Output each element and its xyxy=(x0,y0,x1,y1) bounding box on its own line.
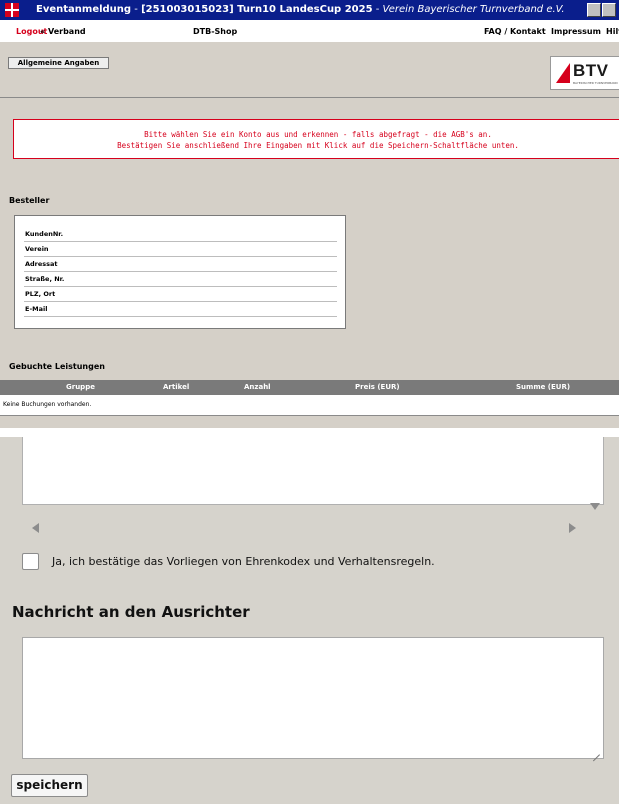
verband-link[interactable]: « Verband xyxy=(40,27,86,36)
resize-grip-icon[interactable] xyxy=(593,748,600,755)
orderer-row: Straße, Nr. xyxy=(24,272,337,287)
scroll-left-icon[interactable] xyxy=(32,523,39,533)
btv-logo: BTV BAYERISCHER TURNVERBAND xyxy=(550,56,619,90)
impressum-link[interactable]: Impressum xyxy=(551,27,601,36)
services-table: Gruppe Artikel Anzahl Preis (EUR) Summe … xyxy=(0,380,619,416)
title-separator-2: - xyxy=(372,4,383,15)
alert-line-2: Bestätigen Sie anschließend Ihre Eingabe… xyxy=(117,141,519,150)
column-header: Anzahl xyxy=(244,383,271,391)
orderer-row: KundenNr. xyxy=(24,227,337,242)
btv-logo-subtitle: BAYERISCHER TURNVERBAND xyxy=(573,81,618,85)
field-label: KundenNr. xyxy=(25,230,64,238)
alert-line-1: Bitte wählen Sie ein Konto aus und erken… xyxy=(144,130,492,139)
app-window: Eventanmeldung - [251003015023] Turn10 L… xyxy=(0,0,619,428)
services-heading: Gebuchte Leistungen xyxy=(9,362,105,371)
scroll-down-icon[interactable] xyxy=(590,503,600,510)
minimize-button[interactable] xyxy=(587,3,601,17)
field-label: PLZ, Ort xyxy=(25,290,56,298)
field-label: Verein xyxy=(25,245,49,253)
orderer-row: PLZ, Ort xyxy=(24,287,337,302)
orderer-panel: KundenNr. Verein Adressat Straße, Nr. PL… xyxy=(14,215,346,329)
field-label: E-Mail xyxy=(25,305,48,313)
confirm-checkbox[interactable] xyxy=(22,553,39,570)
orderer-row: Adressat xyxy=(24,257,337,272)
shop-link[interactable]: DTB-Shop xyxy=(193,27,237,36)
column-header: Preis (EUR) xyxy=(355,383,400,391)
field-label: Straße, Nr. xyxy=(25,275,65,283)
empty-message: Keine Buchungen vorhanden. xyxy=(3,401,92,408)
title-app: Eventanmeldung xyxy=(36,4,132,15)
message-textarea[interactable] xyxy=(22,637,604,759)
hilfe-link[interactable]: Hilfe xyxy=(606,27,619,36)
app-logo-icon xyxy=(5,3,19,17)
tab-allgemeine-angaben[interactable]: Allgemeine Angaben xyxy=(8,57,109,69)
orderer-row: E-Mail xyxy=(24,302,337,317)
column-header: Gruppe xyxy=(66,383,95,391)
title-event: [251003015023] Turn10 LandesCup 2025 xyxy=(141,4,373,15)
btv-logo-text: BTV xyxy=(573,61,609,80)
field-label: Adressat xyxy=(25,260,58,268)
confirm-label[interactable]: Ja, ich bestätige das Vorliegen von Ehre… xyxy=(52,555,435,568)
orderer-row: Verein xyxy=(24,242,337,257)
menu-bar: Logout « Verband DTB-Shop FAQ / Kontakt … xyxy=(0,20,619,42)
btv-flag-icon xyxy=(556,63,570,83)
form-area: Ja, ich bestätige das Vorliegen von Ehre… xyxy=(0,437,619,804)
table-header: Gruppe Artikel Anzahl Preis (EUR) Summe … xyxy=(0,380,619,395)
window-title: Eventanmeldung - [251003015023] Turn10 L… xyxy=(36,4,565,15)
message-heading: Nachricht an den Ausrichter xyxy=(12,603,250,621)
column-header: Artikel xyxy=(163,383,190,391)
divider xyxy=(0,97,619,98)
save-button[interactable]: speichern xyxy=(11,774,88,797)
orderer-heading: Besteller xyxy=(9,196,50,205)
table-row: Keine Buchungen vorhanden. xyxy=(0,395,619,416)
terms-textbox[interactable] xyxy=(22,437,604,505)
title-org: Verein Bayerischer Turnverband e.V. xyxy=(382,4,565,15)
faq-link[interactable]: FAQ / Kontakt xyxy=(484,27,546,36)
title-separator: - xyxy=(131,4,142,15)
maximize-button[interactable] xyxy=(602,3,616,17)
scroll-right-icon[interactable] xyxy=(569,523,576,533)
info-alert: Bitte wählen Sie ein Konto aus und erken… xyxy=(13,119,619,159)
column-header: Summe (EUR) xyxy=(516,383,571,391)
title-bar: Eventanmeldung - [251003015023] Turn10 L… xyxy=(0,0,619,20)
